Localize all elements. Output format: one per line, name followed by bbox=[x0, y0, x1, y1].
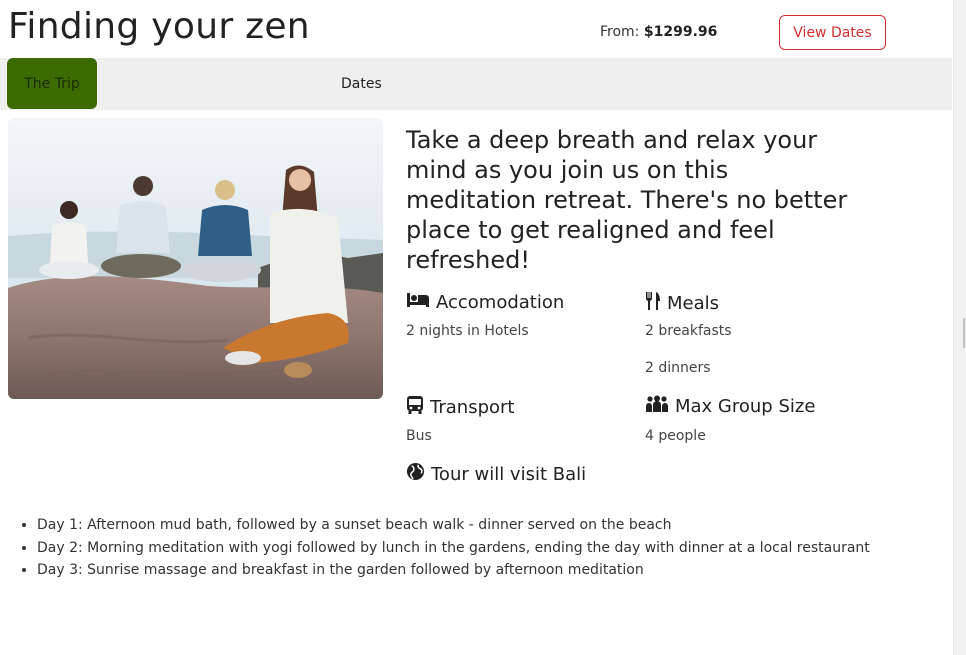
group-size-detail: 4 people bbox=[645, 428, 706, 444]
page-scrollbar[interactable] bbox=[953, 0, 966, 655]
itinerary-day-3: Day 3: Sunrise massage and breakfast in … bbox=[37, 559, 870, 582]
price-display: From: $1299.96 bbox=[600, 24, 717, 40]
itinerary-day-2: Day 2: Morning meditation with yogi foll… bbox=[37, 537, 870, 560]
group-size-title: Max Group Size bbox=[675, 396, 816, 417]
accommodation-title: Accomodation bbox=[436, 292, 565, 313]
meals-title: Meals bbox=[667, 293, 720, 314]
people-group-icon bbox=[645, 395, 669, 418]
globe-icon bbox=[406, 462, 425, 486]
destination-heading: Tour will visit Bali bbox=[406, 462, 586, 486]
view-dates-button[interactable]: View Dates bbox=[779, 15, 886, 50]
bus-icon bbox=[406, 395, 424, 420]
destination-title: Tour will visit Bali bbox=[431, 463, 587, 485]
group-size-heading: Max Group Size bbox=[645, 395, 815, 418]
meals-detail-dinners: 2 dinners bbox=[645, 360, 711, 376]
itinerary-day-1: Day 1: Afternoon mud bath, followed by a… bbox=[37, 514, 870, 537]
hero-image bbox=[8, 118, 383, 399]
transport-title: Transport bbox=[430, 397, 515, 418]
itinerary-list: Day 1: Afternoon mud bath, followed by a… bbox=[0, 514, 870, 582]
utensils-icon bbox=[645, 291, 661, 316]
price-prefix: From: bbox=[600, 24, 640, 40]
tab-bar: The Trip Dates bbox=[0, 58, 952, 110]
tab-dates[interactable]: Dates bbox=[341, 58, 382, 110]
page-title: Finding your zen bbox=[8, 6, 310, 47]
trip-description: Take a deep breath and relax your mind a… bbox=[406, 126, 848, 274]
scrollbar-thumb[interactable] bbox=[963, 318, 965, 348]
price-value: $1299.96 bbox=[643, 24, 718, 40]
meals-heading: Meals bbox=[645, 291, 719, 316]
accommodation-detail: 2 nights in Hotels bbox=[406, 323, 529, 339]
bed-icon bbox=[406, 291, 430, 314]
transport-heading: Transport bbox=[406, 395, 514, 420]
transport-detail: Bus bbox=[406, 428, 432, 444]
meals-detail-breakfasts: 2 breakfasts bbox=[645, 323, 732, 339]
accommodation-heading: Accomodation bbox=[406, 291, 564, 314]
tab-the-trip[interactable]: The Trip bbox=[7, 58, 97, 109]
